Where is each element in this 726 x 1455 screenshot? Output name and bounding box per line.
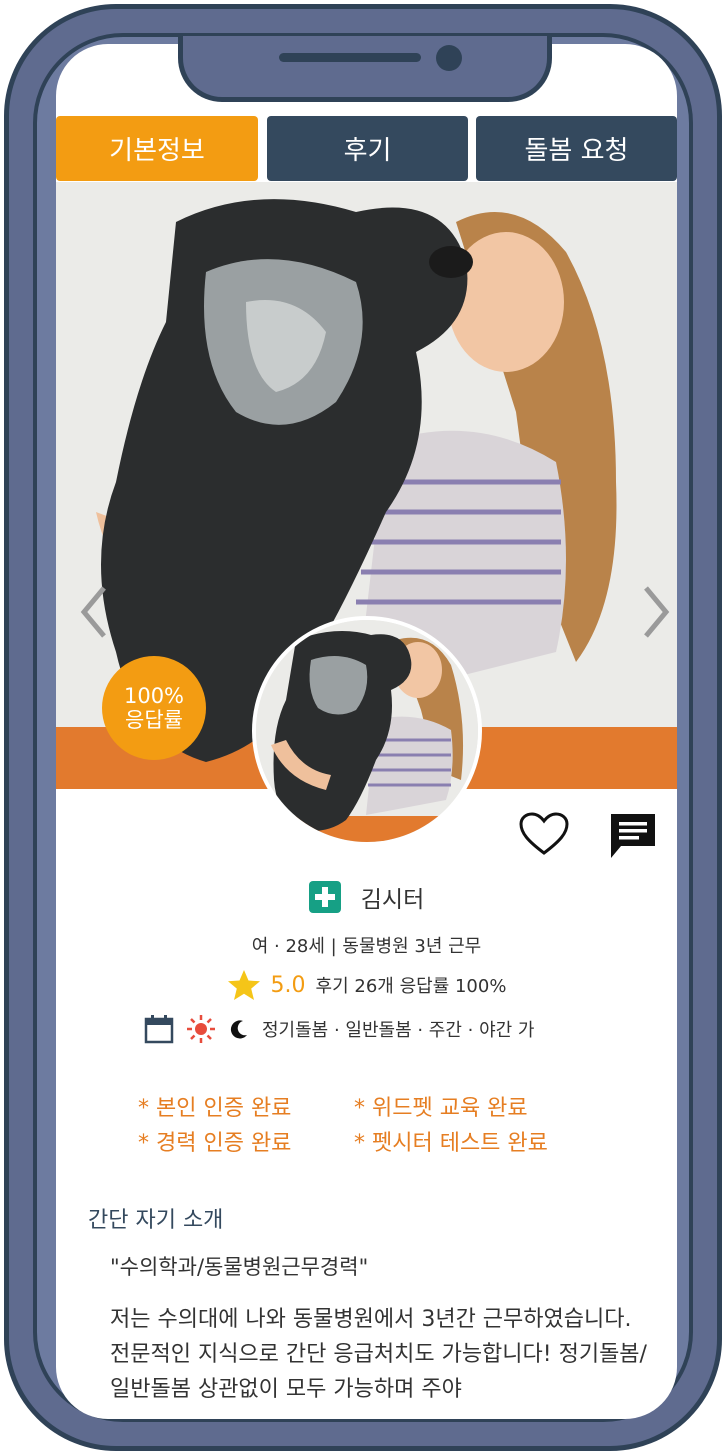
sitter-details: 여 · 28세 | 동물병원 3년 근무 bbox=[251, 936, 482, 957]
medical-cross-icon bbox=[308, 881, 341, 913]
sitter-name: 김시터 bbox=[360, 887, 425, 913]
cert-career: * 경력 인증 완료 bbox=[138, 1131, 292, 1156]
star-icon bbox=[227, 970, 260, 1000]
heart-icon[interactable] bbox=[518, 811, 570, 857]
intro-section-title: 간단 자기 소개 bbox=[88, 1208, 224, 1233]
chevron-right-icon[interactable] bbox=[636, 582, 676, 642]
rating-score: 5.0 bbox=[270, 972, 306, 998]
calendar-icon bbox=[144, 1015, 174, 1044]
front-camera bbox=[436, 45, 462, 71]
schedule-text: 정기돌봄 · 일반돌봄 · 주간 · 야간 가 bbox=[262, 1020, 535, 1041]
rating-details: 후기 26개 응답률 100% bbox=[315, 976, 507, 997]
speaker-grille bbox=[279, 53, 421, 62]
chat-icon[interactable] bbox=[609, 812, 657, 860]
tab-care-request[interactable]: 돌봄 요청 bbox=[476, 116, 677, 181]
cert-education: * 위드펫 교육 완료 bbox=[354, 1096, 528, 1121]
response-rate-value: 100% bbox=[123, 684, 185, 708]
sitter-name-row: 김시터 bbox=[56, 880, 677, 914]
sun-icon bbox=[187, 1015, 215, 1043]
cert-test: * 펫시터 테스트 완료 bbox=[354, 1131, 548, 1156]
rating-row: 5.0 후기 26개 응답률 100% bbox=[56, 969, 677, 1001]
intro-quote: "수의학과/동물병원근무경력" bbox=[110, 1255, 369, 1279]
cert-identity: * 본인 인증 완료 bbox=[138, 1096, 292, 1121]
moon-icon bbox=[230, 1020, 247, 1039]
app-screen: 기본정보 후기 돌봄 요청 100% 응답률 김시터 여 · 28세 | 동물병… bbox=[56, 44, 677, 1419]
response-rate-label: 응답률 bbox=[125, 708, 183, 732]
phone-notch bbox=[178, 36, 552, 102]
tab-reviews[interactable]: 후기 bbox=[267, 116, 468, 181]
avatar-photo bbox=[256, 620, 478, 842]
tab-basic-info[interactable]: 기본정보 bbox=[56, 116, 258, 181]
chevron-left-icon[interactable] bbox=[74, 582, 114, 642]
response-rate-badge: 100% 응답률 bbox=[102, 656, 206, 760]
schedule-row: 정기돌봄 · 일반돌봄 · 주간 · 야간 가 bbox=[144, 1014, 535, 1044]
intro-body: 저는 수의대에 나와 동물병원에서 3년간 근무하였습니다. 전문적인 지식으로… bbox=[110, 1307, 647, 1402]
avatar bbox=[252, 616, 482, 846]
